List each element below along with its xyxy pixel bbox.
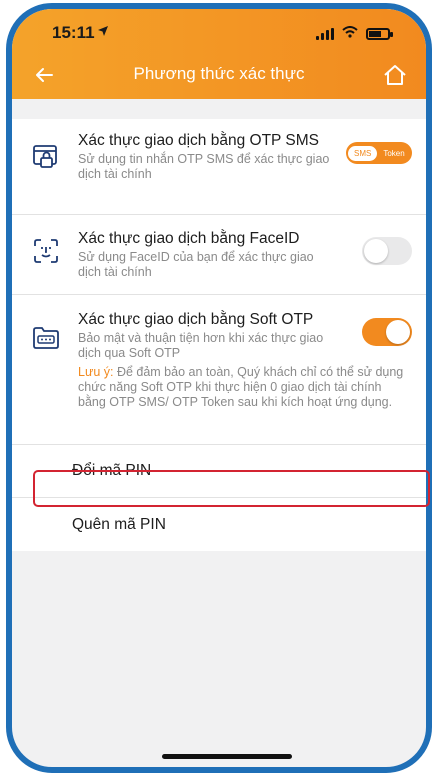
page-title: Phương thức xác thực: [133, 64, 305, 83]
setting-soft-otp: Xác thực giao dịch bằng Soft OTP Bảo mật…: [12, 295, 426, 445]
wifi-icon: [342, 25, 358, 43]
setting-title: Xác thực giao dịch bằng OTP SMS: [78, 132, 319, 149]
segment-option-sms[interactable]: SMS: [348, 145, 378, 161]
faceid-icon: [32, 237, 60, 265]
note-text: Để đảm bảo an toàn, Quý khách chỉ có thể…: [78, 365, 404, 409]
forgot-pin-item[interactable]: Quên mã PIN: [12, 498, 426, 551]
otp-method-segment[interactable]: SMS Token: [346, 142, 412, 164]
setting-subtitle: Sử dụng FaceID của bạn để xác thực giao …: [78, 250, 314, 279]
note-label: Lưu ý:: [78, 365, 114, 379]
toggle-knob: [386, 320, 410, 344]
location-arrow-icon: [97, 24, 109, 42]
settings-list: Xác thực giao dịch bằng OTP SMS Sử dụng …: [12, 119, 426, 551]
setting-otp-sms: Xác thực giao dịch bằng OTP SMS Sử dụng …: [12, 119, 426, 215]
status-bar: 15:11: [12, 9, 426, 51]
folder-password-icon: [32, 324, 60, 352]
toggle-knob: [364, 239, 388, 263]
status-indicators: [316, 25, 393, 43]
change-pin-item[interactable]: Đổi mã PIN: [12, 445, 426, 498]
home-icon: [384, 65, 406, 85]
setting-subtitle: Sử dụng tin nhắn OTP SMS để xác thực gia…: [78, 152, 330, 181]
setting-title: Xác thực giao dịch bằng Soft OTP: [78, 311, 314, 328]
status-time: 15:11: [52, 23, 95, 42]
menu-item-label: Quên mã PIN: [72, 515, 166, 533]
battery-icon: [366, 28, 393, 40]
home-indicator: [162, 754, 292, 759]
faceid-toggle[interactable]: [362, 237, 412, 265]
phone-frame: 15:11 Phương thức xác thực Xác thực giao…: [6, 3, 432, 773]
setting-faceid: Xác thực giao dịch bằng FaceID Sử dụng F…: [12, 215, 426, 295]
setting-title: Xác thực giao dịch bằng FaceID: [78, 230, 300, 247]
signal-icon: [316, 28, 334, 40]
soft-otp-toggle[interactable]: [362, 318, 412, 346]
menu-item-label: Đổi mã PIN: [72, 462, 152, 479]
home-button[interactable]: [380, 60, 410, 90]
nav-bar: Phương thức xác thực: [12, 51, 426, 99]
setting-subtitle: Bảo mật và thuận tiện hơn khi xác thực g…: [78, 331, 324, 360]
segment-option-token[interactable]: Token: [377, 146, 410, 161]
browser-lock-icon: [32, 143, 60, 171]
soft-otp-note: Lưu ý: Để đảm bảo an toàn, Quý khách chỉ…: [78, 365, 408, 410]
